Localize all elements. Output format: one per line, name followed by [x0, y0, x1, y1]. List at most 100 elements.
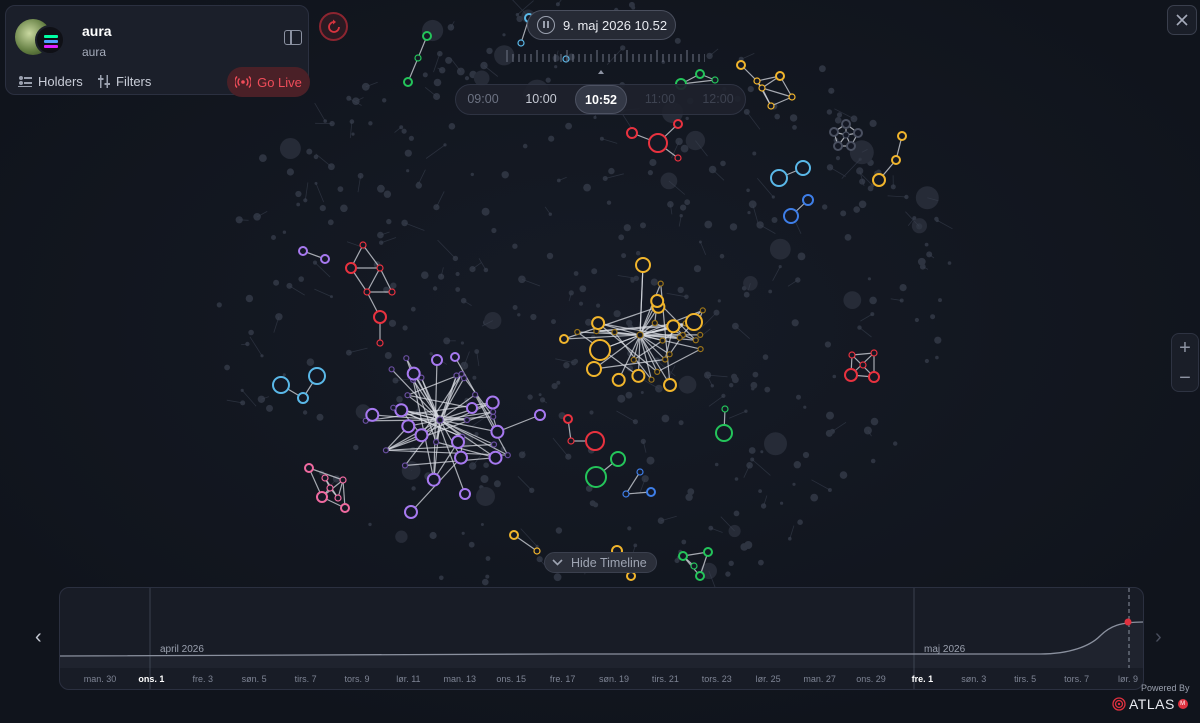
atlas-logo[interactable]: ATLAS M	[1112, 696, 1188, 712]
hide-timeline-label: Hide Timeline	[571, 555, 647, 570]
background-holder-bubble	[758, 559, 764, 566]
time-scrubber[interactable]	[505, 48, 705, 76]
background-holder-bubble	[899, 284, 907, 292]
background-holder-bubble	[306, 358, 315, 367]
background-holder-bubble	[867, 277, 872, 281]
background-holder-bubble	[834, 117, 842, 124]
chevron-down-icon	[552, 559, 563, 566]
holder-bubble	[567, 437, 575, 445]
playback-date-pill[interactable]: 9. maj 2026 10.52	[527, 10, 676, 40]
timeline-day-tick: tirs. 7	[294, 674, 317, 684]
background-holder-bubble	[650, 278, 658, 286]
pause-icon[interactable]	[537, 16, 555, 34]
background-holder-bubble	[259, 154, 267, 163]
holder-bubble	[340, 503, 350, 513]
filters-button[interactable]: Filters	[98, 67, 151, 95]
go-live-button[interactable]: Go Live	[227, 67, 310, 97]
holder-bubble	[563, 414, 573, 424]
hour-option-active[interactable]: 10:52	[575, 85, 627, 114]
background-holder-bubble	[789, 114, 798, 122]
holder-bubble	[663, 378, 677, 392]
holder-bubble	[853, 128, 863, 138]
background-holder-bubble	[422, 72, 428, 78]
reset-view-button[interactable]	[319, 12, 348, 41]
background-holder-bubble	[298, 276, 305, 282]
month-label: maj 2026	[924, 644, 966, 655]
background-holder-bubble	[853, 206, 860, 213]
timeline-panel[interactable]: april 2026 maj 2026 man. 30 ons. 1 fre. 3 s…	[59, 587, 1144, 690]
background-holder-bubble	[768, 289, 773, 294]
timeline-next-arrow[interactable]: ›	[1155, 626, 1162, 649]
background-holder-bubble	[826, 109, 833, 115]
holder-bubble	[334, 494, 342, 502]
holders-button[interactable]: Holders	[18, 67, 83, 95]
holder-bubble	[848, 351, 856, 359]
holder-bubble	[648, 133, 668, 153]
timeline-day-tick: tirs. 5	[1014, 674, 1037, 684]
holder-bubble	[451, 435, 465, 449]
timeline-day-tick: tors. 23	[701, 674, 732, 684]
background-holder-bubble	[402, 325, 408, 331]
background-holder-bubble	[410, 306, 416, 312]
background-holder-bubble	[556, 178, 561, 183]
close-button[interactable]	[1167, 5, 1197, 35]
background-holder-bubble	[448, 123, 456, 130]
background-holder-bubble	[678, 375, 697, 394]
background-holder-bubble	[518, 451, 526, 459]
holder-bubble	[376, 264, 384, 272]
solana-chain-icon	[35, 25, 65, 55]
background-holder-bubble	[685, 493, 693, 501]
close-icon	[1176, 14, 1188, 26]
background-holder-bubble	[674, 37, 681, 44]
zoom-in-button[interactable]: +	[1172, 334, 1198, 362]
background-holder-bubble	[501, 171, 509, 179]
holder-bubble	[897, 131, 907, 141]
background-holder-bubble	[747, 211, 751, 215]
timeline-day-tick: fre. 1	[911, 674, 934, 684]
holder-bubble	[433, 438, 440, 446]
timeline-day-tick: søn. 3	[961, 674, 987, 684]
background-holder-bubble	[647, 170, 654, 176]
background-holder-bubble	[476, 487, 495, 506]
holder-bubble	[611, 329, 618, 336]
hour-option[interactable]: 09:00	[459, 85, 507, 114]
timeline-day-tick: man. 27	[803, 674, 836, 684]
token-card: aura aura Holders Filters Go Live	[5, 5, 310, 97]
holder-bubble	[509, 530, 519, 540]
background-holder-bubble	[640, 222, 646, 229]
background-holder-bubble	[429, 531, 437, 540]
holder-bubble	[715, 424, 733, 442]
holder-bubble	[458, 370, 465, 378]
background-holder-bubble	[248, 329, 254, 336]
background-holder-bubble	[589, 410, 594, 415]
background-holder-bubble	[266, 404, 273, 412]
background-holder-bubble	[286, 168, 294, 176]
hour-option[interactable]: 10:00	[517, 85, 565, 114]
background-holder-bubble	[527, 394, 533, 400]
background-holder-bubble	[646, 456, 655, 465]
background-holder-bubble	[455, 287, 461, 292]
atlas-badge: M	[1177, 699, 1188, 709]
filters-sliders-icon	[98, 74, 110, 88]
hour-option[interactable]: 11:00	[636, 85, 684, 114]
holder-bubble	[436, 416, 444, 424]
background-holder-bubble	[273, 279, 280, 286]
background-holder-bubble	[685, 116, 689, 121]
holder-bubble	[406, 366, 421, 381]
background-holder-bubble	[714, 462, 719, 467]
zoom-out-button[interactable]: −	[1172, 364, 1198, 392]
background-holder-bubble	[867, 185, 874, 192]
holder-bubble	[559, 334, 569, 344]
timeline-day-tick: fre. 17	[549, 674, 576, 684]
sidebar-toggle-icon[interactable]	[284, 30, 302, 45]
holder-bubble	[697, 346, 704, 353]
hide-timeline-button[interactable]: Hide Timeline	[544, 552, 657, 573]
background-holder-bubble	[388, 319, 397, 327]
background-holder-bubble	[725, 571, 731, 577]
background-holder-bubble	[746, 188, 750, 193]
timeline-prev-arrow[interactable]: ‹	[35, 626, 42, 649]
background-holder-bubble	[386, 218, 392, 225]
hour-option[interactable]: 12:00	[694, 85, 742, 114]
timeline-day-tick: lør. 9	[1117, 674, 1139, 684]
background-holder-bubble	[708, 525, 714, 531]
